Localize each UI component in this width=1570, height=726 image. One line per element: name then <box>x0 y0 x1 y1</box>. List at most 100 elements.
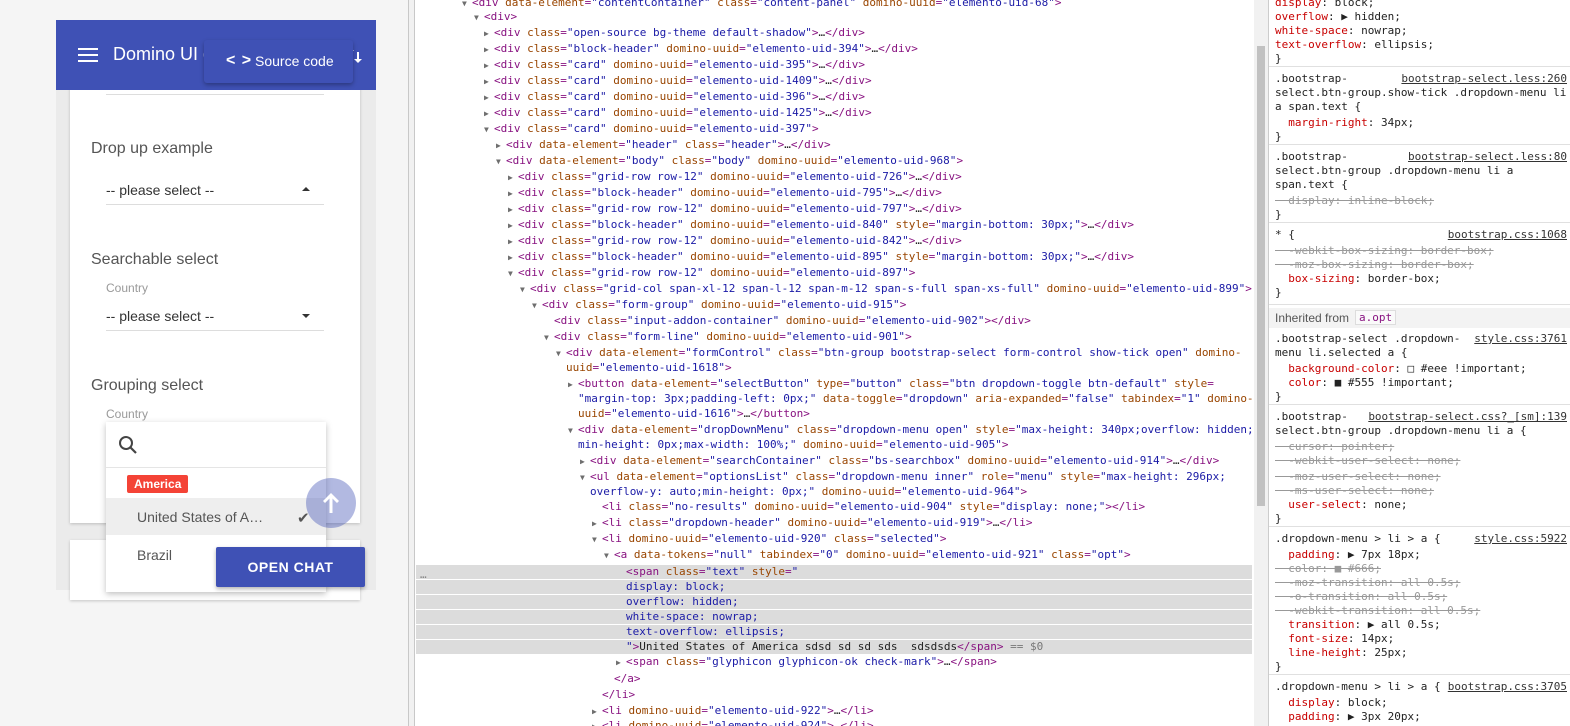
dom-tree-node[interactable]: <li class="no-results" domino-uuid="elem… <box>416 500 1252 514</box>
css-line[interactable]: transition: ▶ all 0.5s; <box>1275 618 1570 632</box>
css-line[interactable]: .bootstrap-select .dropdown-style.css:37… <box>1275 332 1570 346</box>
dom-tree-node[interactable]: ▼ <div data-element="dropDownMenu" class=… <box>416 423 1254 438</box>
css-line[interactable]: -webkit-user-select: none; <box>1275 454 1570 468</box>
searchable-select[interactable]: -- please select -- <box>106 301 324 331</box>
css-line[interactable]: background-color: □ #eee !important; <box>1275 362 1570 376</box>
css-line[interactable]: a span.text { <box>1275 100 1570 114</box>
collapsed-triangle-icon[interactable]: ▶ <box>484 107 494 121</box>
css-line[interactable]: -moz-user-select: none; <box>1275 470 1570 484</box>
dom-tree-node[interactable]: uuid="elemento-uid-1618"> <box>416 361 1252 375</box>
stylesheet-source-link[interactable]: bootstrap.css:1068 <box>1448 228 1567 242</box>
css-line[interactable]: -webkit-transition: all 0.5s; <box>1275 604 1570 618</box>
expanded-triangle-icon[interactable]: ▼ <box>474 11 484 25</box>
expanded-triangle-icon[interactable]: ▼ <box>580 471 590 485</box>
dom-tree-node[interactable]: ▼ <ul data-element="optionsList" class="d… <box>416 470 1252 485</box>
dom-tree-node[interactable]: ▶ <div class="open-source bg-theme defaul… <box>416 26 1252 41</box>
css-line[interactable]: white-space: nowrap; <box>1275 24 1570 38</box>
dom-tree-node[interactable]: uuid="elemento-uid-1616">…</button> <box>416 407 1252 421</box>
inherited-element-tag[interactable]: a.opt <box>1355 310 1397 325</box>
dom-tree-node[interactable]: overflow: hidden; <box>416 595 1252 609</box>
collapsed-triangle-icon[interactable]: ▶ <box>508 203 518 217</box>
collapsed-triangle-icon[interactable]: ▶ <box>508 219 518 233</box>
css-line[interactable]: * {bootstrap.css:1068 <box>1275 228 1570 242</box>
css-line[interactable]: overflow: ▶ hidden; <box>1275 10 1570 24</box>
dom-tree-node[interactable]: ▶<li domino-uuid="elemento-uid-924">…</l… <box>416 719 1252 726</box>
collapsed-triangle-icon[interactable]: ▶ <box>496 139 506 153</box>
css-line[interactable]: line-height: 25px; <box>1275 646 1570 660</box>
dom-tree-node[interactable]: ▶ <div class="card" domino-uuid="elemento… <box>416 106 1252 121</box>
dom-tree-node[interactable]: display: block; <box>416 580 1252 594</box>
pane-divider[interactable] <box>408 0 415 726</box>
dom-tree-node[interactable]: ▶ <li domino-uuid="elemento-uid-922">…</l… <box>416 704 1252 719</box>
css-line[interactable]: } <box>1275 390 1570 404</box>
expanded-triangle-icon[interactable]: ▼ <box>508 267 518 281</box>
dom-tree-node[interactable]: ▶ <div class="block-header" domino-uuid="… <box>416 218 1252 233</box>
css-line[interactable]: } <box>1275 130 1570 144</box>
stylesheet-source-link[interactable]: bootstrap-select.less:80 <box>1408 150 1567 164</box>
css-line[interactable]: -o-transition: all 0.5s; <box>1275 590 1570 604</box>
dom-tree-node[interactable]: ▶ <div class="block-header" domino-uuid="… <box>416 250 1252 265</box>
dom-tree-node[interactable]: "margin-top: 3px;padding-left: 0px;" dat… <box>416 392 1254 406</box>
css-line[interactable]: } <box>1275 660 1570 674</box>
expanded-triangle-icon[interactable]: ▼ <box>484 123 494 137</box>
dropdown-search-box[interactable] <box>106 422 326 468</box>
expanded-triangle-icon[interactable]: ▼ <box>544 331 554 345</box>
dom-tree-node[interactable]: ▶ <li class = "dropdown-header" domino-uuid… <box>416 516 1252 531</box>
css-line[interactable]: select.btn-group.show-tick .dropdown-men… <box>1275 86 1570 100</box>
dropdown-option-selected[interactable]: United States of America sdsd sd sd sds … <box>106 498 326 535</box>
dom-tree-node[interactable]: </a> <box>416 672 1252 686</box>
dropdown-option[interactable]: Brazil <box>137 547 172 563</box>
stylesheet-source-link[interactable]: bootstrap-select.less:260 <box>1401 72 1567 86</box>
collapsed-triangle-icon[interactable]: ▶ <box>592 720 602 726</box>
expanded-triangle-icon[interactable]: ▼ <box>568 424 578 438</box>
collapsed-triangle-icon[interactable]: ▶ <box>484 75 494 89</box>
source-code-button[interactable]: < > Source code <box>204 40 353 83</box>
css-line[interactable]: -ms-user-select: none; <box>1275 484 1570 498</box>
css-line[interactable]: padding: ▶ 3px 20px; <box>1275 710 1570 724</box>
expanded-triangle-icon[interactable]: ▼ <box>604 549 614 563</box>
css-line[interactable]: .bootstrap-bootstrap-select.css?_[sm]:13… <box>1275 410 1570 424</box>
dom-tree-node[interactable]: ▶ <div class="card" domino-uuid="elemento… <box>416 90 1252 105</box>
dom-tree-node[interactable]: ▶ <div class="block-header" domino-uuid="… <box>416 186 1252 201</box>
dom-tree-node[interactable]: <span class="text" style=" <box>416 565 1252 579</box>
dom-tree-node[interactable]: ▼ <div class="form-group" domino-uuid="el… <box>416 298 1252 313</box>
css-line[interactable]: -moz-box-sizing: border-box; <box>1275 258 1570 272</box>
collapsed-triangle-icon[interactable]: ▶ <box>568 378 578 392</box>
stylesheet-source-link[interactable]: bootstrap.css:3705 <box>1448 680 1567 694</box>
css-line[interactable]: padding: ▶ 7px 18px; <box>1275 548 1570 562</box>
dom-tree-node[interactable]: overflow-y: auto;min-height: 0px;" domin… <box>416 485 1252 499</box>
dropup-select[interactable]: -- please select -- <box>106 175 324 205</box>
collapsed-triangle-icon[interactable]: ▶ <box>484 27 494 41</box>
expanded-triangle-icon[interactable]: ▼ <box>496 155 506 169</box>
collapsed-triangle-icon[interactable]: ▶ <box>616 656 626 670</box>
css-line[interactable]: cursor: pointer; <box>1275 440 1570 454</box>
collapsed-triangle-icon[interactable]: ▶ <box>508 187 518 201</box>
dom-tree-node[interactable]: ▶ <div data-element="header" class="heade… <box>416 138 1252 153</box>
dom-tree-node[interactable]: ▼ <div class="form-line" domino-uuid="ele… <box>416 330 1252 345</box>
collapsed-triangle-icon[interactable]: ▶ <box>508 235 518 249</box>
expanded-triangle-icon[interactable]: ▼ <box>520 283 530 297</box>
css-line[interactable]: box-sizing: border-box; <box>1275 272 1570 286</box>
collapsed-triangle-icon[interactable]: ▶ <box>508 251 518 265</box>
dom-tree-node[interactable]: ▼ <div class="grid-row row-12" domino-uui… <box>416 266 1252 281</box>
stylesheet-source-link[interactable]: style.css:3761 <box>1474 332 1567 346</box>
css-line[interactable]: .dropdown-menu > li > a {bootstrap.css:3… <box>1275 680 1570 694</box>
collapsed-triangle-icon[interactable]: ▶ <box>484 59 494 73</box>
dom-tree-node[interactable]: ▼ <div class="card" domino-uuid="elemento… <box>416 122 1252 137</box>
dom-tree-node[interactable]: ▶ <div class="grid-row row-12" domino-uui… <box>416 202 1252 217</box>
css-line[interactable]: .bootstrap-bootstrap-select.less:80 <box>1275 150 1570 164</box>
dom-tree-node[interactable]: ▶ <span class="glyphicon glyphicon-ok che… <box>416 655 1252 670</box>
css-line[interactable]: display: block; <box>1275 696 1570 710</box>
dom-tree-node[interactable]: ▶ <div class="block-header" domino-uuid="… <box>416 42 1252 57</box>
css-line[interactable]: font-size: 14px; <box>1275 632 1570 646</box>
css-line[interactable]: text-overflow: ellipsis; <box>1275 38 1570 52</box>
dom-tree-node[interactable]: </li> <box>416 688 1252 702</box>
dom-tree-node[interactable]: ▼ <div> <box>416 10 1252 25</box>
dom-tree-node[interactable]: ▼ <div class="grid-col span-xl-12 span-l-… <box>416 282 1252 297</box>
dom-tree-node[interactable]: ▼ <div data-element="body" class="body" d… <box>416 154 1252 169</box>
dom-tree-node[interactable]: ▼ <a data-tokens="null" tabindex="0" domi… <box>416 548 1252 563</box>
css-line[interactable]: menu li.selected a { <box>1275 346 1570 360</box>
expanded-triangle-icon[interactable]: ▼ <box>592 533 602 547</box>
expanded-triangle-icon[interactable]: ▼ <box>532 299 542 313</box>
scroll-to-top-button[interactable] <box>306 478 356 528</box>
